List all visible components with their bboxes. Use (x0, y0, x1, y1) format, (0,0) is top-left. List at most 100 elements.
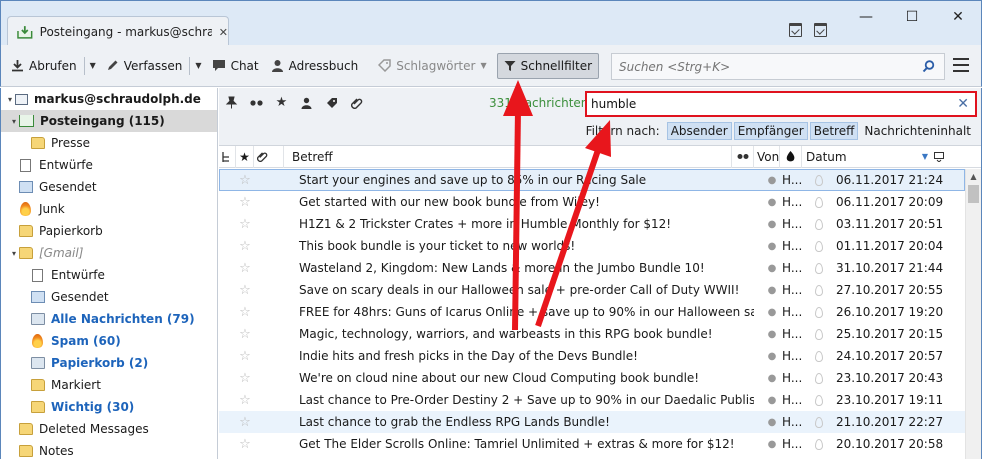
star-toggle-icon[interactable]: ☆ (236, 437, 254, 452)
message-row[interactable]: ☆ Get started with our new book bundle fr… (219, 191, 965, 213)
filter-body-toggle[interactable]: Nachrichteninhalt (860, 122, 975, 140)
compose-button[interactable]: Verfassen (100, 53, 189, 79)
junk-status-icon[interactable] (808, 196, 830, 208)
read-dot-icon[interactable]: ● (762, 329, 782, 340)
star-toggle-icon[interactable]: ☆ (236, 415, 254, 430)
star-toggle-icon[interactable]: ☆ (236, 283, 254, 298)
folder-item[interactable]: Wichtig (30) (1, 396, 217, 418)
folder-item[interactable]: Papierkorb (1, 220, 217, 242)
col-date[interactable]: Datum ▼ (802, 146, 931, 168)
folder-item[interactable]: Gesendet (1, 176, 217, 198)
quickfilter-search-input[interactable] (591, 97, 951, 111)
folder-item[interactable]: ▾ Posteingang (115) (1, 110, 217, 132)
star-toggle-icon[interactable]: ☆ (236, 327, 254, 342)
junk-status-icon[interactable] (808, 218, 830, 230)
junk-status-icon[interactable] (808, 306, 830, 318)
col-read[interactable] (732, 145, 754, 168)
col-subject[interactable]: Betreff (254, 145, 732, 168)
twisty-icon[interactable]: ▾ (9, 249, 19, 258)
folder-item[interactable]: Entwürfe (1, 154, 217, 176)
folder-item[interactable]: Notes (1, 440, 217, 459)
global-search[interactable] (611, 53, 945, 80)
tags-button[interactable]: Schlagwörter ▼ (372, 53, 492, 79)
tag-icon[interactable] (325, 96, 338, 109)
message-row[interactable]: ☆ H1Z1 & 2 Trickster Crates + more in Hum… (219, 213, 965, 235)
quickfilter-search-box[interactable]: ✕ (585, 91, 977, 117)
junk-status-icon[interactable] (808, 416, 830, 428)
message-row[interactable]: ☆ Magic, technology, warriors, and warbea… (219, 323, 965, 345)
compose-dropdown-icon[interactable]: ▼ (191, 61, 205, 70)
col-thread[interactable] (219, 145, 236, 168)
maximize-button[interactable]: ☐ (889, 1, 935, 33)
junk-status-icon[interactable] (808, 262, 830, 274)
vertical-scrollbar[interactable]: ▲ (965, 169, 981, 459)
message-row[interactable]: ☆ Save on scary deals in our Halloween sa… (219, 279, 965, 301)
star-toggle-icon[interactable]: ☆ (236, 349, 254, 364)
message-row[interactable]: ☆ We're on cloud nine about our new Cloud… (219, 367, 965, 389)
scroll-thumb[interactable] (968, 185, 979, 203)
chat-button[interactable]: Chat (206, 53, 265, 79)
fetch-dropdown-icon[interactable]: ▼ (86, 61, 100, 70)
filter-recipients-toggle[interactable]: Empfänger (733, 122, 808, 140)
folder-item[interactable]: Markiert (1, 374, 217, 396)
folder-item[interactable]: ▾ [Gmail] (1, 242, 217, 264)
scroll-up-icon[interactable]: ▲ (966, 169, 981, 185)
star-toggle-icon[interactable]: ☆ (236, 393, 254, 408)
message-row[interactable]: ☆ FREE for 48hrs: Guns of Icarus Online +… (219, 301, 965, 323)
filter-subject-toggle[interactable]: Betreff (809, 122, 859, 140)
twisty-icon[interactable]: ▾ (5, 95, 15, 104)
star-toggle-icon[interactable]: ☆ (236, 239, 254, 254)
junk-status-icon[interactable] (808, 438, 830, 450)
filter-sender-toggle[interactable]: Absender (666, 122, 732, 140)
message-row[interactable]: ☆ This book bundle is your ticket to new … (219, 235, 965, 257)
star-icon[interactable]: ★ (275, 95, 288, 110)
read-dot-icon[interactable]: ● (762, 351, 782, 362)
junk-status-icon[interactable] (808, 174, 830, 186)
message-row[interactable]: ☆ Last chance to grab the Endless RPG Lan… (219, 411, 965, 433)
folder-item[interactable]: Presse (1, 132, 217, 154)
addressbook-button[interactable]: Adressbuch (265, 53, 365, 79)
read-dot-icon[interactable]: ● (762, 175, 782, 186)
clear-icon[interactable]: ✕ (957, 96, 969, 112)
folder-item[interactable]: Gesendet (1, 286, 217, 308)
col-junk[interactable] (780, 145, 802, 168)
junk-status-icon[interactable] (808, 394, 830, 406)
calendar-icon[interactable] (789, 23, 802, 37)
message-row[interactable]: ☆ Wasteland 2, Kingdom: New Lands & more … (219, 257, 965, 279)
star-toggle-icon[interactable]: ☆ (236, 371, 254, 386)
star-toggle-icon[interactable]: ☆ (236, 261, 254, 276)
star-toggle-icon[interactable]: ☆ (236, 305, 254, 320)
star-toggle-icon[interactable]: ☆ (236, 173, 254, 188)
folder-item[interactable]: ▾ markus@schraudolph.de (1, 88, 217, 110)
folder-item[interactable]: Deleted Messages (1, 418, 217, 440)
search-input[interactable] (619, 59, 909, 74)
folder-item[interactable]: Junk (1, 198, 217, 220)
read-dot-icon[interactable]: ● (762, 285, 782, 296)
read-dot-icon[interactable]: ● (762, 373, 782, 384)
pin-icon[interactable] (225, 96, 238, 109)
star-toggle-icon[interactable]: ☆ (236, 195, 254, 210)
message-row[interactable]: ☆ Start your engines and save up to 85% i… (219, 169, 965, 191)
twisty-icon[interactable]: ▾ (9, 117, 19, 126)
contact-icon[interactable] (300, 96, 313, 109)
read-dot-icon[interactable]: ● (762, 439, 782, 450)
read-dot-icon[interactable]: ● (762, 307, 782, 318)
read-dot-icon[interactable]: ● (762, 417, 782, 428)
tab-inbox[interactable]: Posteingang - markus@schra ✕ (7, 16, 229, 47)
folder-item[interactable]: Papierkorb (2) (1, 352, 217, 374)
junk-status-icon[interactable] (808, 240, 830, 252)
message-row[interactable]: ☆ Indie hits and fresh picks in the Day o… (219, 345, 965, 367)
junk-status-icon[interactable] (808, 350, 830, 362)
fetch-button[interactable]: Abrufen (1, 53, 83, 79)
message-row[interactable]: ☆ Last chance to Pre-Order Destiny 2 + Sa… (219, 389, 965, 411)
junk-status-icon[interactable] (808, 284, 830, 296)
close-button[interactable]: ✕ (935, 1, 981, 33)
read-dot-icon[interactable]: ● (762, 263, 782, 274)
junk-status-icon[interactable] (808, 328, 830, 340)
read-dot-icon[interactable]: ● (762, 241, 782, 252)
read-dot-icon[interactable]: ● (762, 197, 782, 208)
tab-close-icon[interactable]: ✕ (219, 26, 228, 39)
unread-icon[interactable] (250, 96, 263, 109)
tasks-icon[interactable] (814, 23, 827, 37)
minimize-button[interactable]: — (843, 1, 889, 33)
